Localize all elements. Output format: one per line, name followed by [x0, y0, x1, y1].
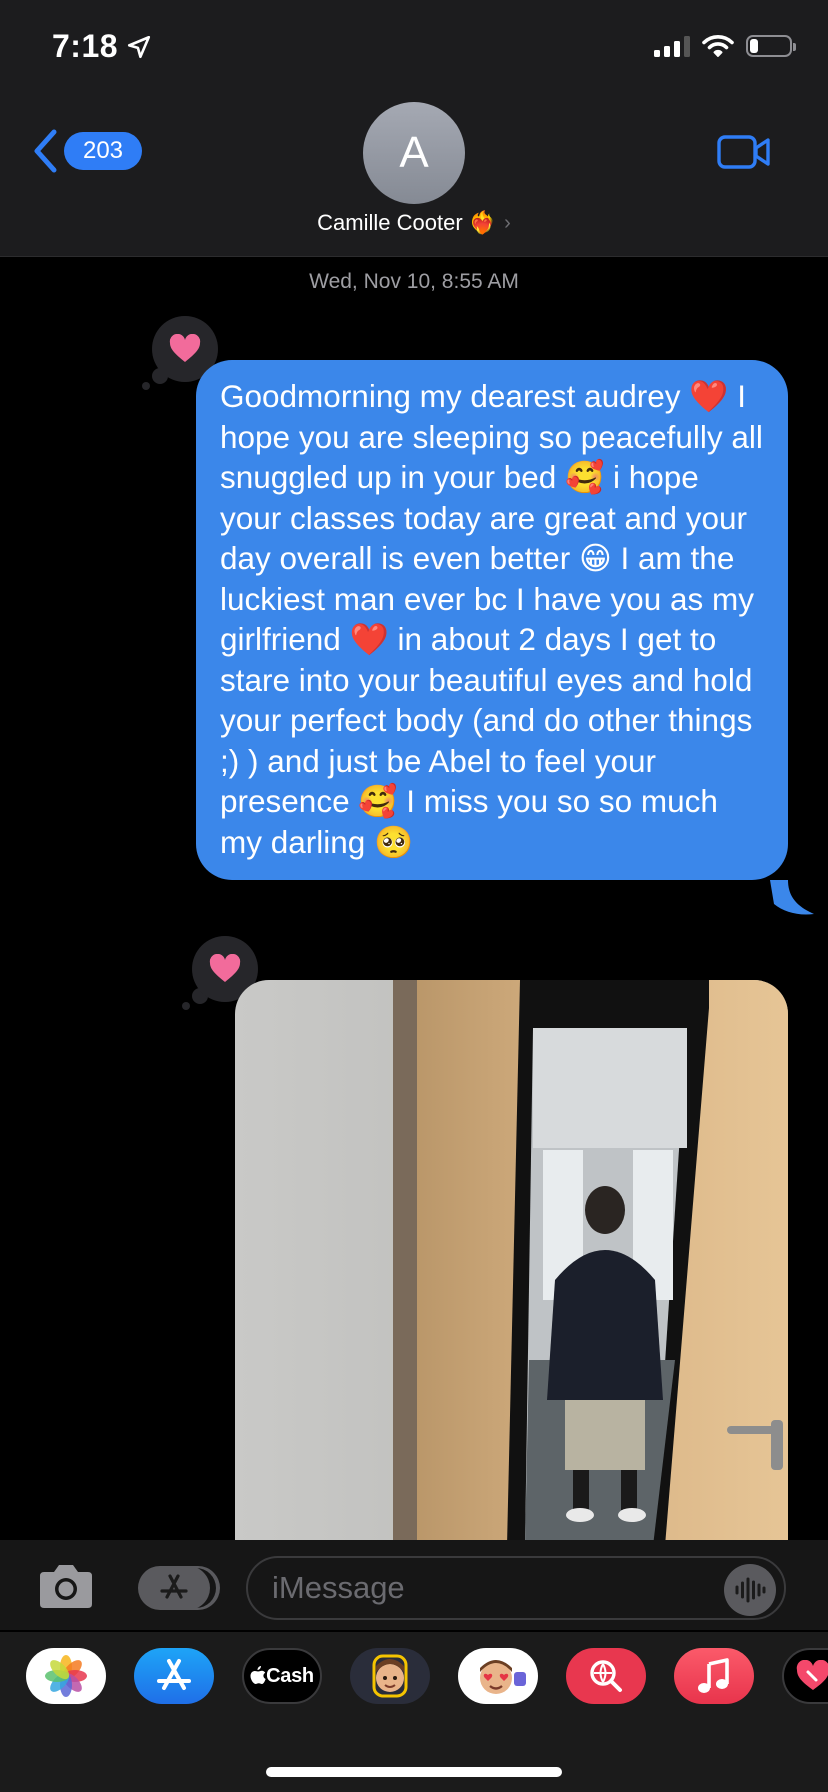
chevron-right-icon: ›	[504, 211, 511, 234]
app-store-icon	[157, 1659, 191, 1690]
home-indicator[interactable]	[266, 1767, 562, 1777]
contact-name-button[interactable]: Camille Cooter ❤️‍🔥 ›	[0, 210, 828, 236]
apple-cash-app[interactable]: Cash	[242, 1648, 322, 1704]
photos-app[interactable]	[26, 1648, 106, 1704]
memoji-stickers-icon	[480, 1660, 526, 1694]
wifi-icon	[702, 35, 734, 57]
apple-logo-icon	[250, 1666, 266, 1684]
camera-icon[interactable]	[36, 1562, 96, 1610]
memoji-app[interactable]	[350, 1648, 430, 1704]
message-input[interactable]	[246, 1556, 786, 1620]
chevron-left-icon	[34, 129, 57, 173]
facetime-video-icon[interactable]	[716, 132, 772, 172]
digital-touch-app[interactable]	[782, 1648, 828, 1704]
cash-label: Cash	[266, 1664, 314, 1687]
mirror-selfie-photo	[235, 980, 788, 1546]
music-note-icon	[698, 1658, 729, 1693]
app-store-app[interactable]	[134, 1648, 214, 1704]
app-store-icon	[160, 1574, 188, 1599]
contact-avatar[interactable]: A	[363, 102, 465, 204]
conversation-header: 7:18 203 A Camille Cooter ❤️‍🔥 ›	[0, 0, 828, 257]
sent-message-bubble[interactable]: Goodmorning my dearest audrey ❤️ I hope …	[196, 360, 788, 880]
message-timestamp: Wed, Nov 10, 8:55 AM	[309, 270, 519, 293]
heart-icon	[169, 334, 201, 362]
digital-touch-icon	[796, 1660, 828, 1690]
status-time: 7:18	[52, 28, 152, 65]
compose-bar	[0, 1540, 828, 1630]
back-button[interactable]: 203	[30, 128, 142, 174]
image-search-app[interactable]	[566, 1648, 646, 1704]
music-app[interactable]	[674, 1648, 754, 1704]
battery-icon	[746, 35, 796, 57]
audio-message-button[interactable]	[724, 1564, 776, 1616]
cellular-signal-icon	[654, 35, 690, 57]
unread-count-badge: 203	[64, 132, 142, 170]
sent-photo[interactable]	[235, 980, 788, 1546]
status-indicators	[654, 34, 796, 58]
status-time-text: 7:18	[52, 28, 119, 64]
heart-icon	[209, 954, 241, 982]
photos-icon	[45, 1655, 87, 1697]
memoji-icon	[372, 1654, 408, 1698]
app-store-button[interactable]	[138, 1566, 210, 1610]
waveform-icon	[735, 1577, 766, 1603]
bubble-tail	[770, 880, 814, 915]
contact-name: Camille Cooter ❤️‍🔥	[317, 210, 497, 235]
location-arrow-icon	[127, 35, 151, 58]
image-search-icon	[590, 1660, 622, 1692]
memoji-stickers-app[interactable]	[458, 1648, 538, 1704]
